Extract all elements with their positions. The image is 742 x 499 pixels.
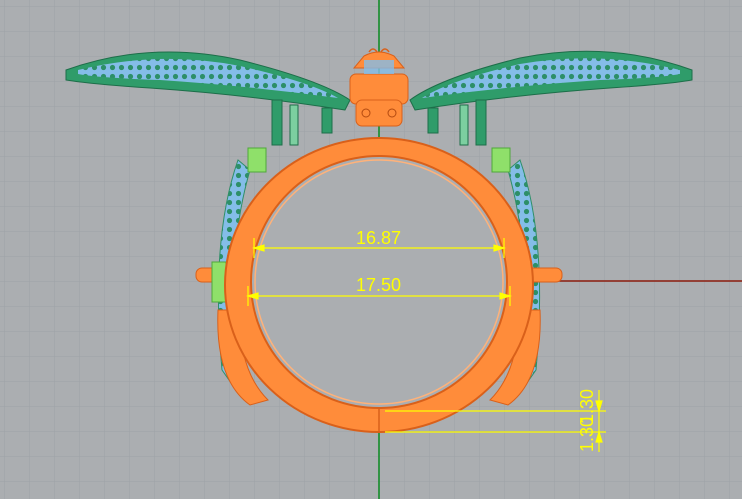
viewport-canvas[interactable] <box>0 0 742 499</box>
dimension-band-thickness-2[interactable]: 1.30 <box>577 417 597 452</box>
dimension-outer-diameter[interactable]: 17.50 <box>356 276 401 294</box>
rhino-front-viewport[interactable]: 16.87 17.50 1.30 1.30 <box>0 0 742 499</box>
dimension-inner-diameter[interactable]: 16.87 <box>356 229 401 247</box>
